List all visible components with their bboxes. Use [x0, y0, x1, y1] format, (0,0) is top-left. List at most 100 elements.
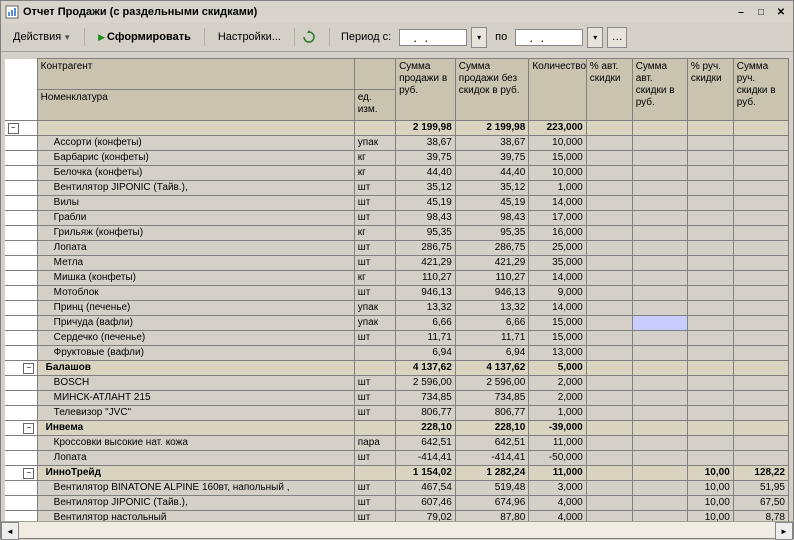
- scroll-right-button[interactable]: ►: [775, 522, 793, 540]
- value-cell: 674,96: [455, 496, 529, 511]
- value-cell: [632, 286, 687, 301]
- item-row[interactable]: Причуда (вафли)упак6,666,6615,000: [5, 316, 789, 331]
- item-row[interactable]: Лопаташт-414,41-414,41-50,000: [5, 451, 789, 466]
- value-cell: -50,000: [529, 451, 586, 466]
- horizontal-scrollbar[interactable]: ◄ ►: [1, 521, 793, 538]
- group-row[interactable]: −ИнноТрейд1 154,021 282,2411,00010,00128…: [5, 466, 789, 481]
- item-row[interactable]: Метлашт421,29421,2935,000: [5, 256, 789, 271]
- value-cell: [632, 226, 687, 241]
- header-pct-auto: % авт. скидки: [586, 59, 632, 121]
- name-cell: Вилы: [37, 196, 354, 211]
- collapse-button[interactable]: −: [23, 363, 34, 374]
- value-cell: [687, 196, 733, 211]
- collapse-button[interactable]: −: [8, 123, 19, 134]
- period-from-spinner[interactable]: ▾: [471, 27, 487, 48]
- value-cell: 2,000: [529, 391, 586, 406]
- period-picker-button[interactable]: …: [607, 27, 627, 48]
- item-row[interactable]: Граблишт98,4398,4317,000: [5, 211, 789, 226]
- collapse-button[interactable]: −: [23, 423, 34, 434]
- header-sum-auto: Сумма авт. скидки в руб.: [632, 59, 687, 121]
- value-cell: [632, 256, 687, 271]
- report-table: Контрагент Сумма продажи в руб. Сумма пр…: [5, 58, 789, 521]
- name-cell: Инвема: [37, 421, 354, 436]
- actions-label: Действия: [13, 31, 61, 43]
- value-cell: [632, 196, 687, 211]
- item-row[interactable]: Кроссовки высокие нат. кожапара642,51642…: [5, 436, 789, 451]
- name-cell: Грабли: [37, 211, 354, 226]
- value-cell: 286,75: [455, 241, 529, 256]
- value-cell: [733, 391, 788, 406]
- value-cell: 98,43: [455, 211, 529, 226]
- value-cell: 15,000: [529, 151, 586, 166]
- item-row[interactable]: Сердечко (печенье)шт11,7111,7115,000: [5, 331, 789, 346]
- value-cell: 4 137,62: [455, 361, 529, 376]
- scroll-track[interactable]: [19, 522, 775, 538]
- value-cell: [632, 211, 687, 226]
- item-row[interactable]: Принц (печенье)упак13,3213,3214,000: [5, 301, 789, 316]
- period-to-spinner[interactable]: ▾: [587, 27, 603, 48]
- item-row[interactable]: Грильяж (конфеты)кг95,3595,3516,000: [5, 226, 789, 241]
- scroll-left-button[interactable]: ◄: [1, 522, 19, 540]
- actions-menu[interactable]: Действия ▼: [7, 30, 77, 44]
- header-sum-nodisc: Сумма продажи без скидок в руб.: [455, 59, 529, 121]
- unit-cell: шт: [354, 211, 395, 226]
- form-label: Сформировать: [107, 31, 191, 43]
- value-cell: 946,13: [396, 286, 456, 301]
- item-row[interactable]: Вентилятор BINATONE ALPINE 160вт, наполь…: [5, 481, 789, 496]
- item-row[interactable]: Телевизор "JVC"шт806,77806,771,000: [5, 406, 789, 421]
- value-cell: [632, 301, 687, 316]
- item-row[interactable]: Вилышт45,1945,1914,000: [5, 196, 789, 211]
- period-to-input[interactable]: [515, 29, 583, 46]
- settings-label: Настройки...: [218, 31, 281, 43]
- unit-cell: упак: [354, 301, 395, 316]
- value-cell: [733, 451, 788, 466]
- value-cell: [586, 406, 632, 421]
- group-row[interactable]: −Балашов4 137,624 137,625,000: [5, 361, 789, 376]
- unit-cell: шт: [354, 481, 395, 496]
- name-cell: Причуда (вафли): [37, 316, 354, 331]
- item-row[interactable]: Вентилятор JIPONIC (Тайв.),шт35,1235,121…: [5, 181, 789, 196]
- item-row[interactable]: Барбарис (конфеты)кг39,7539,7515,000: [5, 151, 789, 166]
- value-cell: [586, 196, 632, 211]
- refresh-button[interactable]: [302, 29, 322, 45]
- window-title: Отчет Продажи (с раздельными скидками): [23, 6, 257, 18]
- value-cell: 45,19: [396, 196, 456, 211]
- value-cell: 98,43: [396, 211, 456, 226]
- item-row[interactable]: Лопаташт286,75286,7525,000: [5, 241, 789, 256]
- value-cell: [586, 451, 632, 466]
- close-button[interactable]: ✕: [773, 5, 789, 19]
- value-cell: [733, 181, 788, 196]
- period-from-input[interactable]: [399, 29, 467, 46]
- value-cell: [632, 511, 687, 522]
- maximize-button[interactable]: □: [753, 5, 769, 19]
- item-row[interactable]: МИНСК-АТЛАНТ 215шт734,85734,852,000: [5, 391, 789, 406]
- collapse-button[interactable]: −: [23, 468, 34, 479]
- item-row[interactable]: Фруктовые (вафли)6,946,9413,000: [5, 346, 789, 361]
- unit-cell: шт: [354, 286, 395, 301]
- value-cell: [687, 406, 733, 421]
- item-row[interactable]: Белочка (конфеты)кг44,4044,4010,000: [5, 166, 789, 181]
- report-grid-container[interactable]: Контрагент Сумма продажи в руб. Сумма пр…: [1, 52, 793, 521]
- unit-cell: шт: [354, 406, 395, 421]
- value-cell: [687, 451, 733, 466]
- value-cell: 2 596,00: [396, 376, 456, 391]
- value-cell: [687, 211, 733, 226]
- group-row[interactable]: −Инвема228,10228,10-39,000: [5, 421, 789, 436]
- value-cell: [586, 286, 632, 301]
- value-cell: 642,51: [455, 436, 529, 451]
- value-cell: 9,000: [529, 286, 586, 301]
- form-button[interactable]: ▶ Сформировать: [92, 30, 197, 44]
- item-row[interactable]: Ассорти (конфеты)упак38,6738,6710,000: [5, 136, 789, 151]
- item-row[interactable]: BOSCHшт2 596,002 596,002,000: [5, 376, 789, 391]
- value-cell: [586, 346, 632, 361]
- minimize-button[interactable]: –: [733, 5, 749, 19]
- unit-cell: шт: [354, 376, 395, 391]
- item-row[interactable]: Вентилятор JIPONIC (Тайв.),шт607,46674,9…: [5, 496, 789, 511]
- item-row[interactable]: Мотоблокшт946,13946,139,000: [5, 286, 789, 301]
- settings-button[interactable]: Настройки...: [212, 30, 287, 44]
- value-cell: 5,000: [529, 361, 586, 376]
- total-sum-nd: 2 199,98: [455, 121, 529, 136]
- item-row[interactable]: Вентилятор настольныйшт79,0287,804,00010…: [5, 511, 789, 522]
- item-row[interactable]: Мишка (конфеты)кг110,27110,2714,000: [5, 271, 789, 286]
- play-icon: ▶: [98, 32, 105, 43]
